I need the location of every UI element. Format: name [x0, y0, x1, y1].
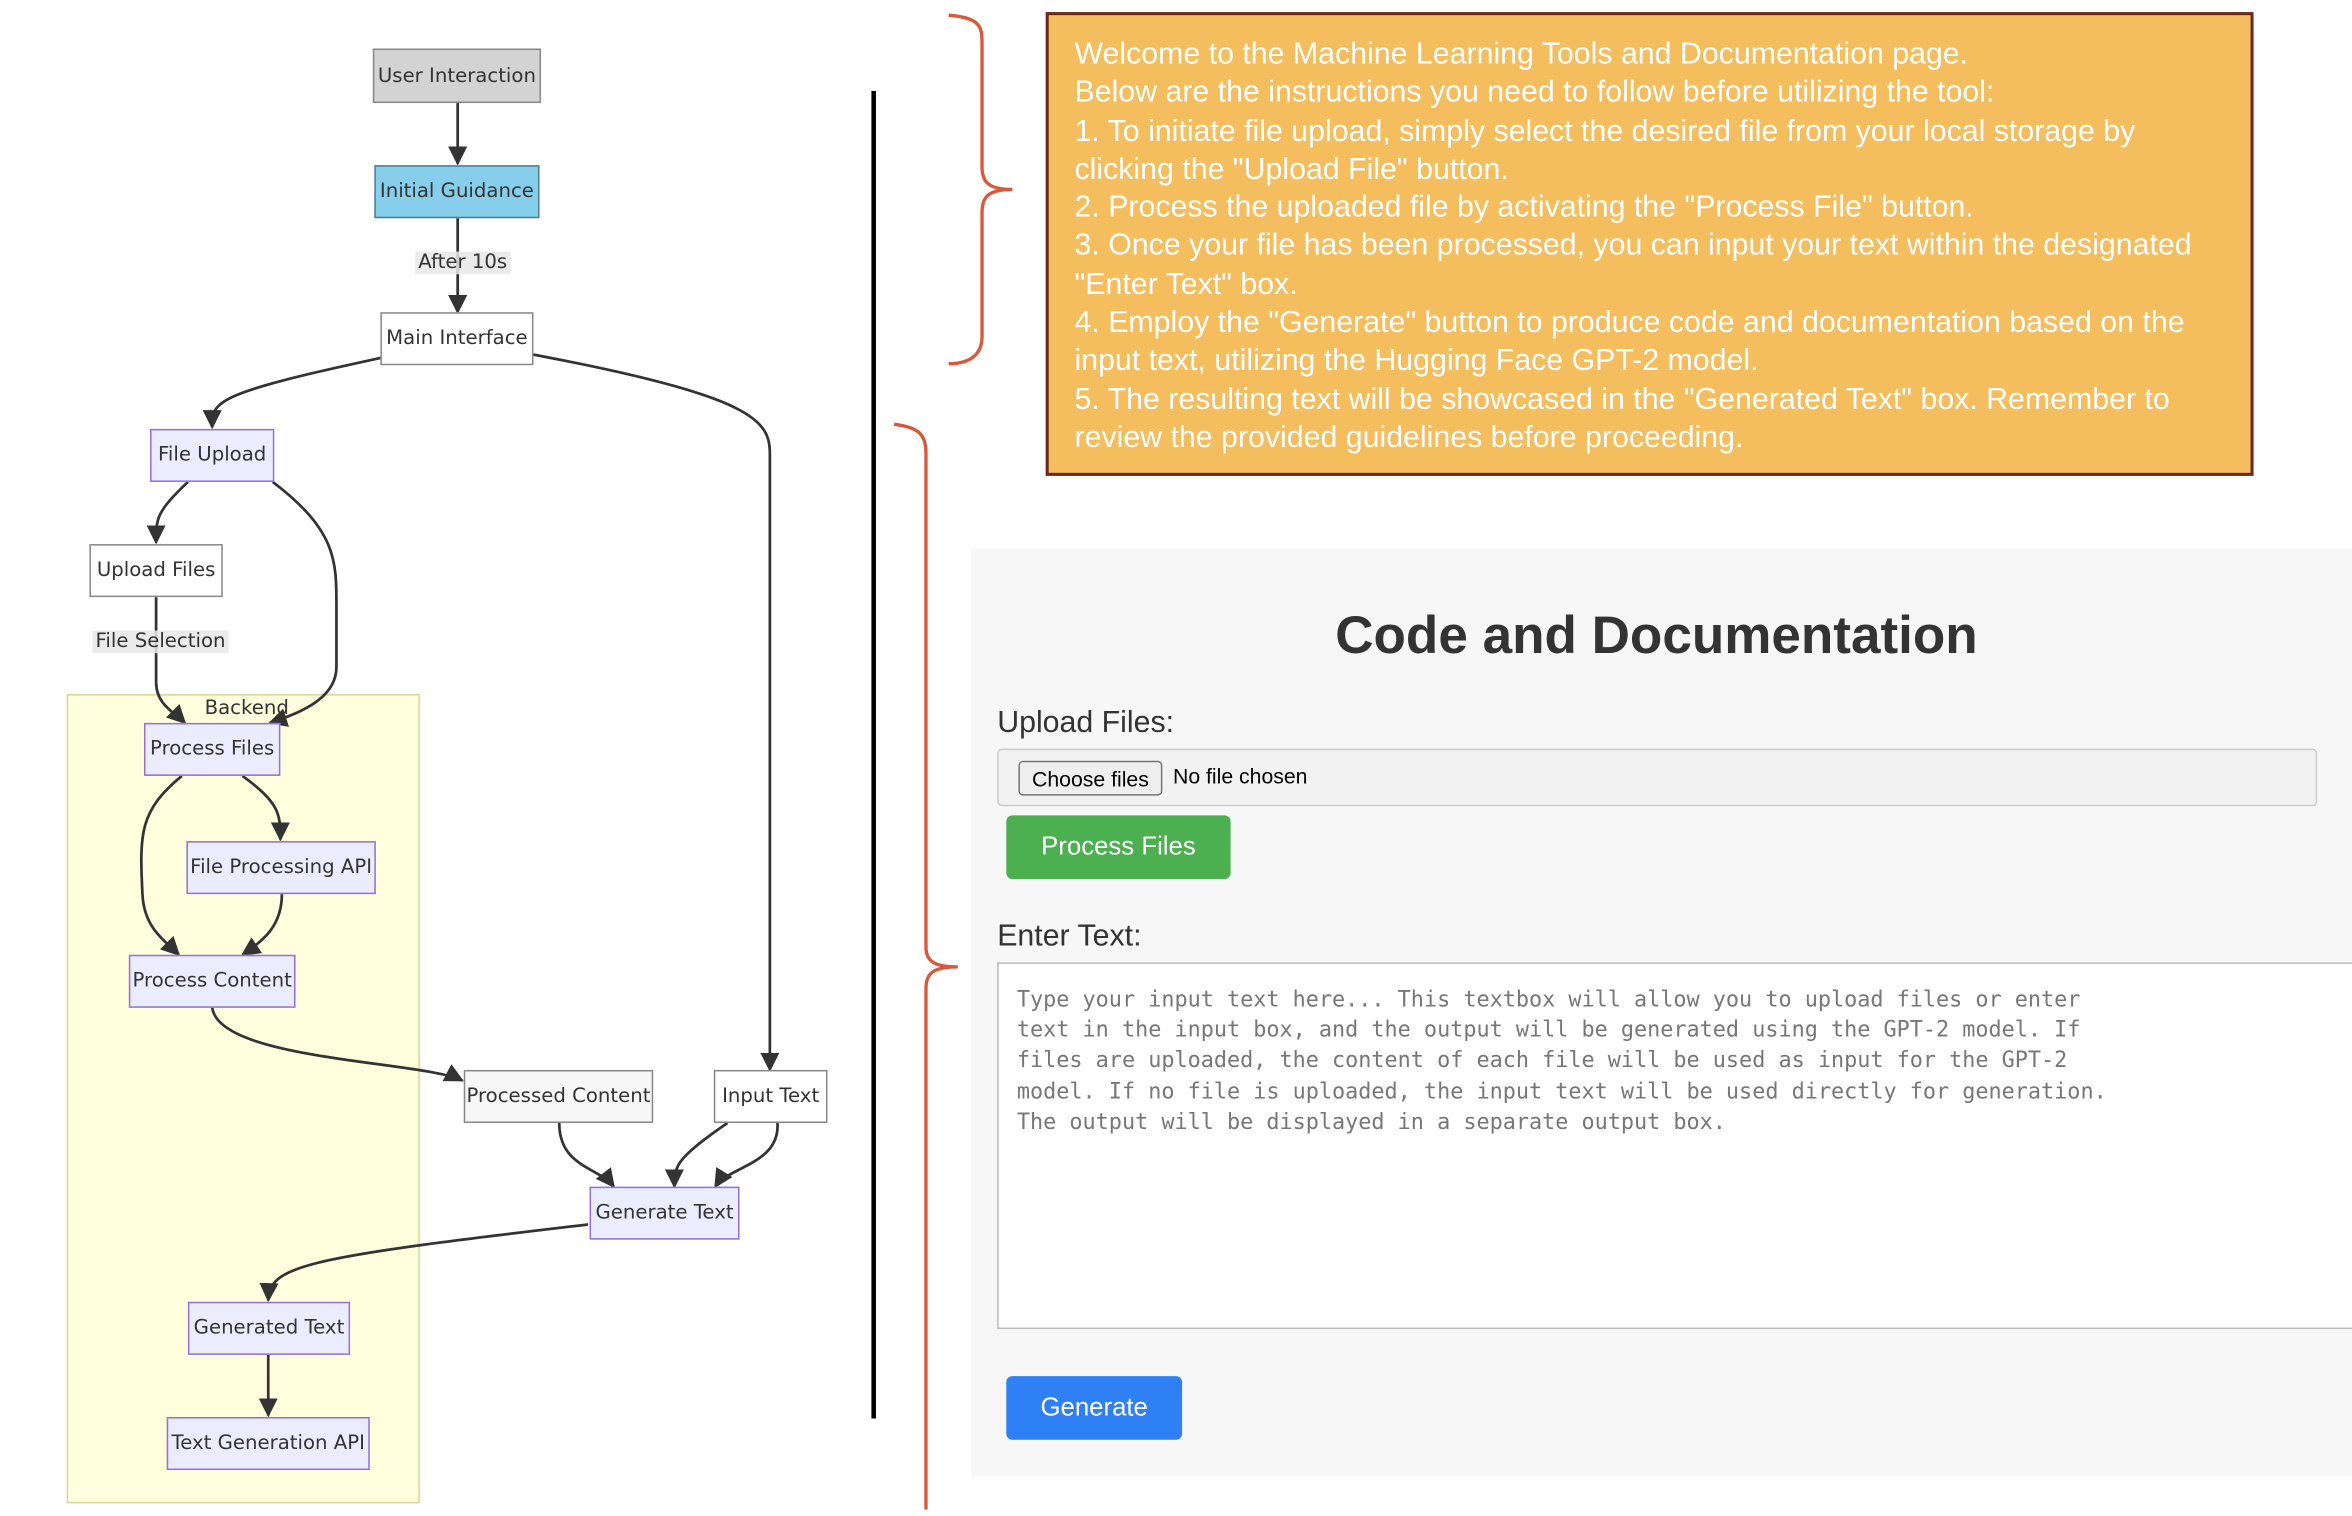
edge-processedcontent-to-generate — [557, 1122, 615, 1189]
edge-label-after-10s: After 10s — [415, 251, 511, 275]
top-bracket — [948, 13, 1013, 366]
choose-files-button[interactable]: Choose files — [1018, 760, 1163, 796]
instructions-step-3: 3. Once your file has been processed, yo… — [1074, 229, 2192, 302]
node-initial-guidance: Initial Guidance — [374, 165, 540, 219]
instructions-step-1: 1. To initiate file upload, simply selec… — [1074, 114, 2136, 187]
edge-api-to-processcontent — [240, 894, 284, 956]
node-file-processing-api: File Processing API — [186, 841, 376, 895]
edge-generate-to-generatedtext — [259, 1223, 589, 1303]
file-status-text: No file chosen — [1172, 763, 1308, 789]
node-text-generation-api: Text Generation API — [166, 1416, 370, 1471]
enter-text-label: Enter Text: — [997, 919, 1142, 954]
node-processed-content: Processed Content — [463, 1069, 654, 1123]
edge-main-to-inputtext — [533, 353, 780, 1072]
edge-inputtext-to-generate — [664, 1121, 729, 1189]
node-generated-text: Generated Text — [187, 1301, 351, 1355]
node-main-interface: Main Interface — [380, 312, 534, 366]
instructions-line-welcome: Welcome to the Machine Learning Tools an… — [1074, 37, 1969, 72]
edge-processfiles-to-api — [241, 774, 290, 842]
node-generate-text: Generate Text — [589, 1186, 740, 1240]
edge-inputtext-to-generate-2 — [714, 1122, 779, 1189]
node-process-content: Process Content — [128, 954, 296, 1008]
instructions-line-intro: Below are the instructions you need to f… — [1074, 76, 1995, 110]
node-file-upload: File Upload — [150, 428, 275, 482]
node-input-text: Input Text — [713, 1069, 828, 1123]
instructions-box: Welcome to the Machine Learning Tools an… — [1045, 12, 2254, 476]
node-process-files: Process Files — [143, 722, 281, 776]
app-title: Code and Documentation — [1335, 606, 1978, 666]
bottom-bracket — [893, 422, 958, 1510]
upload-files-label: Upload Files: — [997, 706, 1175, 740]
edge-processcontent-to-processedcontent — [210, 1006, 464, 1082]
process-files-button[interactable]: Process Files — [1006, 815, 1231, 879]
generate-button[interactable]: Generate — [1006, 1376, 1183, 1440]
enter-text-textarea[interactable]: Type your input text here... This textbo… — [997, 962, 2352, 1330]
instructions-step-2: 2. Process the uploaded file by activati… — [1074, 191, 1974, 225]
edge-processfiles-to-processcontent — [140, 774, 183, 957]
edge-main-to-fileupload — [202, 356, 383, 430]
node-upload-files: Upload Files — [89, 544, 223, 598]
edge-fileupload-to-uploadfiles — [146, 480, 189, 545]
instructions-step-5: 5. The resulting text will be showcased … — [1074, 382, 2170, 455]
vertical-divider — [871, 90, 876, 1419]
edge-fileupload-to-processfiles — [267, 480, 338, 727]
instructions-step-4: 4. Employ the "Generate" button to produ… — [1074, 306, 2185, 378]
node-user-interaction: User Interaction — [372, 48, 542, 104]
